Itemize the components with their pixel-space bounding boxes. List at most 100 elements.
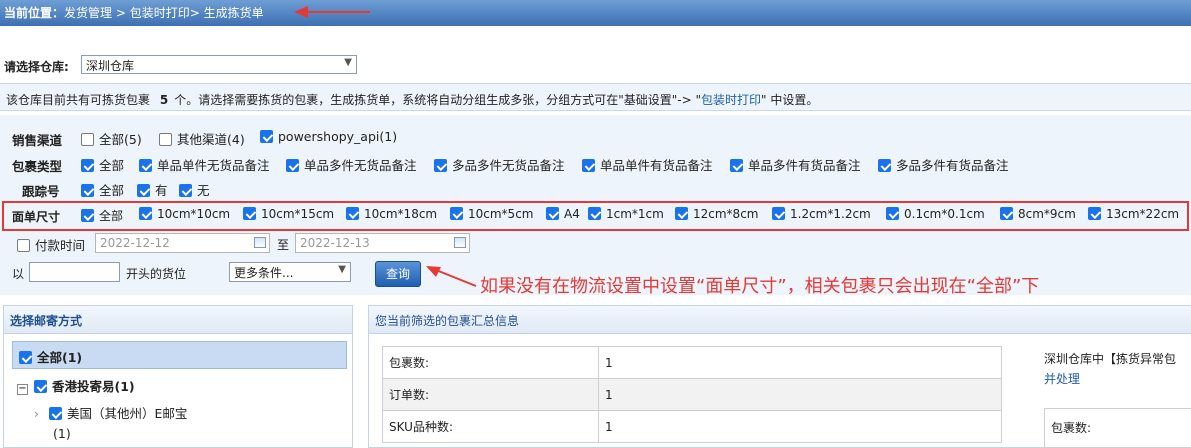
option-label: 无 [197,183,210,198]
checkbox[interactable] [34,380,47,393]
annotation-text: 如果没有在物流设置中设置“面单尺寸”，相关包裹只会出现在“全部”下 [480,276,1040,297]
checkbox[interactable] [450,207,463,220]
pay-time-option[interactable]: 付款时间 [17,235,85,254]
notice-count: 5 [159,93,169,107]
package-type-option[interactable]: 全部 [81,155,124,174]
label-size-option[interactable]: 1.2cm*1.2cm [772,207,871,221]
checkbox[interactable] [139,159,152,172]
label-size-option[interactable]: 10cm*5cm [450,207,533,221]
notice-text-3: " 中设置。 [760,93,819,107]
chevron-down-icon: ▼ [338,264,346,275]
tree-group[interactable]: − 香港投寄易(1) [17,376,135,395]
summary-key: SKU品种数: [382,410,599,443]
checkbox[interactable] [137,184,150,197]
option-label: 单品单件有货品备注 [600,158,713,173]
tree-leaf[interactable]: › 美国（其他州）E邮宝 [34,403,187,422]
package-type-option[interactable]: 单品单件有货品备注 [582,155,713,174]
option-label: 单品单件无货品备注 [157,158,270,173]
option-label: 多品多件无货品备注 [452,158,565,173]
package-type-option[interactable]: 单品单件无货品备注 [139,155,270,174]
checkbox[interactable] [81,209,94,222]
channel-option[interactable]: 全部(5) [81,129,142,148]
option-label: 全部(5) [99,132,142,147]
label-size-option[interactable]: 10cm*18cm [346,207,437,221]
label-size-option[interactable]: 10cm*10cm [139,207,230,221]
checkbox[interactable] [243,207,256,220]
warehouse-select[interactable]: 深圳仓库 ▼ [81,55,357,74]
checkbox[interactable] [17,239,30,252]
notice-bar: 该仓库目前共有可拣货包裹 5 个。请选择需要拣货的包裹，生成拣货单，系统将自动分组… [0,83,1191,111]
breadcrumb-path[interactable]: 发货管理 > 包装时打印> 生成拣货单 [64,6,264,20]
tracking-label: 跟踪号 [22,184,60,199]
checkbox[interactable] [1088,207,1101,220]
package-type-option[interactable]: 单品多件无货品备注 [286,155,417,174]
option-label: 其他渠道(4) [177,132,245,147]
checkbox[interactable] [49,407,62,420]
package-type-option[interactable]: 多品多件有货品备注 [878,155,1009,174]
notice-text: 该仓库目前共有可拣货包裹 [6,93,151,107]
checkbox[interactable] [81,184,94,197]
settings-link[interactable]: 包装时打印 [701,93,761,107]
checkbox[interactable] [346,207,359,220]
checkbox[interactable] [588,207,601,220]
query-button[interactable]: 查询 [375,261,421,287]
summary-key: 订单数: [382,378,599,411]
label-size-option[interactable]: 0.1cm*0.1cm [886,207,985,221]
collapse-icon[interactable]: − [17,384,28,395]
checkbox[interactable] [886,207,899,220]
package-type-option[interactable]: 多品多件无货品备注 [434,155,565,174]
label-size-option[interactable]: 13cm*22cm [1088,207,1179,221]
checkbox[interactable] [260,130,273,143]
tree-item-all[interactable]: 全部(1) [12,341,347,369]
checkbox[interactable] [1000,207,1013,220]
checkbox[interactable] [139,207,152,220]
channel-option[interactable]: 其他渠道(4) [159,129,245,148]
pay-time-to-input[interactable]: 2022-12-13 [295,233,470,253]
tracking-option[interactable]: 有 [137,180,168,199]
checkbox[interactable] [19,351,32,364]
pay-time-from-input[interactable]: 2022-12-12 [95,233,270,253]
option-label: 1cm*1cm [606,207,664,221]
checkbox[interactable] [730,159,743,172]
checkbox[interactable] [81,159,94,172]
package-type-option[interactable]: 单品多件有货品备注 [730,155,861,174]
shipping-method-panel: 选择邮寄方式 全部(1) − 香港投寄易(1) › 美国（其他州）E邮宝 (1) [3,305,353,448]
chevron-down-icon: ▼ [344,57,352,68]
tree-leaf-label: 美国（其他州）E邮宝 [67,406,188,421]
label-size-option[interactable]: 12cm*8cm [675,207,758,221]
tracking-option[interactable]: 全部 [81,180,124,199]
checkbox[interactable] [582,159,595,172]
checkbox[interactable] [286,159,299,172]
checkbox[interactable] [772,207,785,220]
location-prefix: 以 [12,267,25,281]
more-conditions-value: 更多条件... [234,266,294,280]
checkbox[interactable] [434,159,447,172]
checkbox[interactable] [81,133,94,146]
exception-note: 深圳仓库中【拣货异常包 并处理 [1044,349,1176,389]
calendar-icon[interactable] [254,237,266,248]
tracking-option[interactable]: 无 [179,180,210,199]
label-size-option[interactable]: 全部 [81,207,123,224]
date-from-value: 2022-12-12 [100,236,170,250]
label-size-option[interactable]: A4 [546,207,580,221]
channel-label: 销售渠道 [12,133,63,148]
calendar-icon[interactable] [454,237,466,248]
shipping-method-title: 选择邮寄方式 [4,306,352,334]
checkbox[interactable] [546,207,559,220]
option-label: 13cm*22cm [1106,207,1180,221]
checkbox[interactable] [179,184,192,197]
label-size-option[interactable]: 10cm*15cm [243,207,334,221]
label-size-option[interactable]: 1cm*1cm [588,207,664,221]
location-input[interactable] [29,262,120,282]
summary-value: 1 [598,346,1002,379]
checkbox[interactable] [675,207,688,220]
more-conditions-select[interactable]: 更多条件... ▼ [229,262,351,282]
process-link[interactable]: 并处理 [1044,369,1176,389]
option-label: 全部 [99,209,124,223]
summary-value: 1 [598,378,1002,411]
option-label: 有 [155,183,168,198]
checkbox[interactable] [159,133,172,146]
checkbox[interactable] [878,159,891,172]
label-size-option[interactable]: 8cm*9cm [1000,207,1076,221]
channel-option[interactable]: powershopy_api(1) [260,129,397,144]
